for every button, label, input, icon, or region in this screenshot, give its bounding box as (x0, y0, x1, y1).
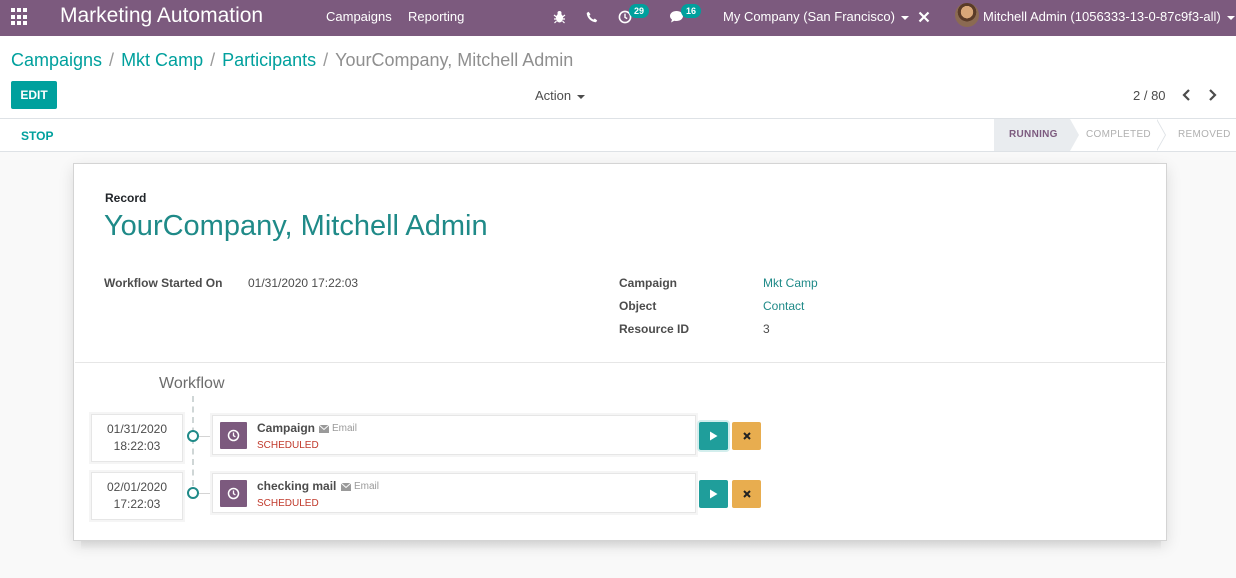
envelope-icon (319, 424, 329, 433)
stage-completed[interactable]: COMPLETED (1086, 119, 1158, 151)
phone-icon[interactable] (585, 9, 599, 25)
workflow-activity-card: checking mail Email SCHEDULED (212, 473, 696, 513)
record-title: YourCompany, Mitchell Admin (104, 210, 488, 242)
timeline-node-icon (187, 487, 199, 499)
activity-name: checking mail (257, 479, 337, 493)
activity-type: Email (341, 481, 379, 492)
workflow-date: 02/01/2020 (106, 480, 168, 494)
menu-campaigns[interactable]: Campaigns (326, 9, 392, 24)
activity-clock-icon (220, 422, 247, 449)
pager-previous-button[interactable] (1178, 87, 1194, 103)
workflow-time: 17:22:03 (113, 497, 161, 511)
pager-value[interactable]: 2 / 80 (1133, 88, 1166, 103)
campaign-link[interactable]: Mkt Camp (763, 276, 818, 290)
workflow-started-value: 01/31/2020 17:22:03 (248, 276, 359, 290)
resource-id-value: 3 (763, 322, 770, 336)
activity-clock-icon (220, 480, 247, 507)
workflow-date: 01/31/2020 (106, 422, 168, 436)
execute-play-button[interactable] (699, 480, 728, 508)
caret-down-icon (1226, 15, 1235, 20)
top-navbar: Marketing Automation Campaigns Reporting… (0, 0, 1236, 36)
breadcrumb-separator: / (323, 50, 329, 70)
user-avatar[interactable] (955, 3, 979, 27)
breadcrumb-campaigns[interactable]: Campaigns (11, 50, 102, 70)
caret-down-icon (577, 94, 586, 99)
apps-menu-icon[interactable] (11, 8, 29, 26)
workflow-date-box: 02/01/2020 17:22:03 (91, 472, 183, 520)
breadcrumb-separator: / (109, 50, 115, 70)
play-icon (710, 431, 718, 441)
activity-status: SCHEDULED (257, 498, 319, 509)
stage-removed[interactable]: REMOVED (1178, 119, 1236, 151)
action-label: Action (535, 88, 572, 103)
sheet-shadow (81, 540, 1161, 550)
form-sheet: Record YourCompany, Mitchell Admin Workf… (73, 163, 1167, 541)
workflow-title: Workflow (157, 375, 227, 393)
timeline-connector (199, 436, 213, 437)
app-title[interactable]: Marketing Automation (60, 4, 263, 28)
stage-arrow (1070, 119, 1079, 151)
section-divider (75, 362, 1165, 363)
pager-next-button[interactable] (1204, 87, 1220, 103)
play-icon (710, 489, 718, 499)
object-label: Object (619, 299, 657, 313)
close-x-icon (742, 432, 751, 440)
breadcrumb-separator: / (210, 50, 216, 70)
action-dropdown[interactable]: Action (535, 88, 586, 103)
resource-id-label: Resource ID (619, 322, 690, 336)
activity-name: Campaign (257, 421, 316, 435)
timeline-node-icon (187, 430, 199, 442)
envelope-icon (341, 482, 351, 491)
edit-button[interactable]: EDIT (11, 81, 57, 109)
object-link[interactable]: Contact (763, 299, 804, 313)
caret-down-icon (900, 15, 909, 20)
cancel-button[interactable] (732, 480, 761, 508)
company-switcher[interactable]: My Company (San Francisco) (723, 9, 909, 24)
timeline-connector (199, 493, 213, 494)
message-count-badge: 16 (681, 4, 702, 18)
stage-running[interactable]: RUNNING (994, 119, 1070, 151)
activity-count-badge: 29 (629, 4, 650, 18)
breadcrumb-mkt-camp[interactable]: Mkt Camp (121, 50, 203, 70)
campaign-label: Campaign (619, 276, 678, 290)
activity-type-label: Email (332, 423, 358, 434)
user-menu[interactable]: Mitchell Admin (1056333-13-0-87c9f3-all) (983, 9, 1235, 24)
chevron-right-icon (1208, 89, 1217, 101)
company-name: My Company (San Francisco) (723, 9, 895, 24)
activity-status: SCHEDULED (257, 440, 319, 451)
record-label: Record (105, 191, 147, 205)
execute-play-button[interactable] (699, 422, 728, 450)
menu-reporting[interactable]: Reporting (408, 9, 464, 24)
chevron-left-icon (1181, 89, 1190, 101)
workflow-date-box: 01/31/2020 18:22:03 (91, 414, 183, 462)
stop-button[interactable]: STOP (21, 129, 53, 143)
workflow-time: 18:22:03 (113, 439, 161, 453)
stage-arrow (1156, 119, 1165, 151)
user-name: Mitchell Admin (1056333-13-0-87c9f3-all) (983, 9, 1221, 24)
debug-bug-icon[interactable] (552, 9, 566, 25)
cancel-button[interactable] (732, 422, 761, 450)
status-bar: STOP RUNNING COMPLETED REMOVED (0, 119, 1236, 152)
workflow-started-label: Workflow Started On (104, 276, 223, 290)
breadcrumb: Campaigns / Mkt Camp / Participants / YourComp… (11, 50, 573, 71)
close-x-icon[interactable] (917, 9, 931, 25)
control-panel: Campaigns / Mkt Camp / Participants / YourComp… (0, 36, 1236, 119)
breadcrumb-participants[interactable]: Participants (222, 50, 316, 70)
close-x-icon (742, 490, 751, 498)
breadcrumb-current: YourCompany, Mitchell Admin (335, 50, 574, 70)
workflow-activity-card: Campaign Email SCHEDULED (212, 415, 696, 455)
activity-type-label: Email (354, 481, 380, 492)
activity-type: Email (319, 423, 357, 434)
